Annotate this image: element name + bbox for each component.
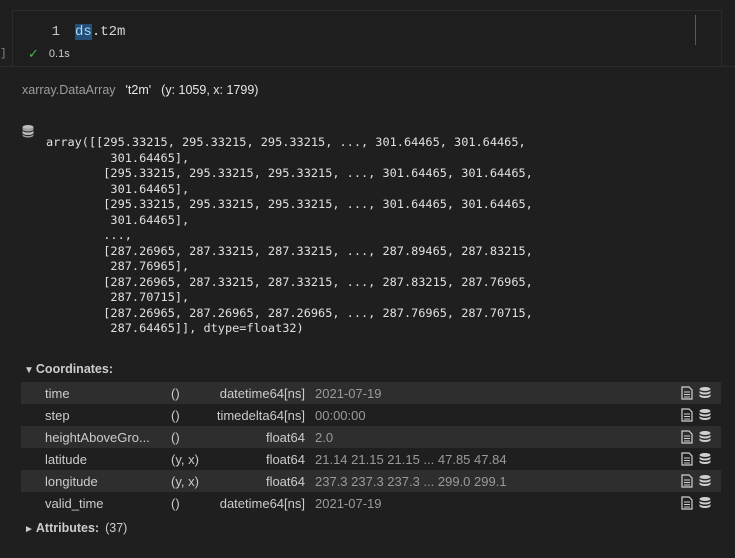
coordinates-title: Coordinates: [35, 362, 113, 376]
coord-preview: 00:00:00 [315, 407, 366, 423]
coord-preview: 21.14 21.15 21.15 ... 47.85 47.84 [315, 451, 507, 467]
coord-dims: () [171, 385, 180, 401]
coord-dtype: datetime64[ns] [219, 385, 305, 401]
coord-preview: 237.3 237.3 237.3 ... 299.0 299.1 [315, 473, 507, 489]
code-attribute: .t2m [91, 24, 126, 40]
coord-row-heightaboveground: heightAboveGro... () float64 2.0 [21, 426, 721, 448]
coord-name: heightAboveGro... [45, 429, 150, 445]
triangle-right-icon: ► [24, 524, 34, 535]
coord-dtype: float64 [265, 429, 305, 445]
coord-name: longitude [45, 473, 98, 489]
execution-time: 0.1s [48, 48, 70, 60]
array-values: array([[295.33215, 295.33215, 295.33215,… [46, 135, 533, 335]
document-icon[interactable] [681, 408, 693, 425]
triangle-down-icon: ▼ [24, 365, 34, 376]
coord-preview: 2.0 [315, 429, 334, 445]
coord-name: valid_time [45, 495, 104, 511]
code-variable: ds [75, 24, 92, 40]
database-icon[interactable] [21, 124, 35, 141]
cell-bracket: ] [0, 48, 7, 60]
database-icon[interactable] [698, 408, 712, 425]
database-icon[interactable] [698, 452, 712, 469]
database-icon[interactable] [698, 474, 712, 491]
attributes-toggle[interactable]: ► Attributes: (37) [24, 521, 127, 535]
code-line[interactable]: ds.t2m [75, 24, 125, 40]
coord-dims: () [171, 407, 180, 423]
execution-status: ✓ 0.1s [28, 46, 70, 62]
variable-name: 't2m' [125, 83, 152, 97]
cell-divider [0, 66, 735, 67]
dimensions: (y: 1059, x: 1799) [161, 83, 259, 97]
database-icon[interactable] [698, 386, 712, 403]
coord-row-latitude: latitude (y, x) float64 21.14 21.15 21.1… [21, 448, 721, 470]
coord-row-longitude: longitude (y, x) float64 237.3 237.3 237… [21, 470, 721, 492]
document-icon[interactable] [681, 430, 693, 447]
database-icon[interactable] [698, 430, 712, 447]
document-icon[interactable] [681, 474, 693, 491]
coord-name: time [45, 385, 70, 401]
database-icon[interactable] [698, 496, 712, 513]
attributes-title: Attributes: [35, 521, 100, 535]
coord-dtype: float64 [265, 473, 305, 489]
coord-dtype: float64 [265, 451, 305, 467]
coord-preview: 2021-07-19 [315, 495, 382, 511]
coord-dtype: datetime64[ns] [219, 495, 305, 511]
document-icon[interactable] [681, 452, 693, 469]
coord-dtype: timedelta64[ns] [216, 407, 305, 423]
coord-row-time: time () datetime64[ns] 2021-07-19 [21, 382, 721, 404]
line-number: 1 [51, 24, 60, 40]
coord-row-valid-time: valid_time () datetime64[ns] 2021-07-19 [21, 492, 721, 514]
coordinates-list: time () datetime64[ns] 2021-07-19 step (… [21, 382, 721, 514]
cell-scroll-divider [695, 15, 696, 45]
document-icon[interactable] [681, 386, 693, 403]
dataarray-header: xarray.DataArray 't2m' (y: 1059, x: 1799) [22, 83, 258, 97]
coord-row-step: step () timedelta64[ns] 00:00:00 [21, 404, 721, 426]
coordinates-toggle[interactable]: ▼ Coordinates: [24, 362, 113, 376]
check-icon: ✓ [28, 46, 39, 61]
coord-preview: 2021-07-19 [315, 385, 382, 401]
attributes-count: (37) [105, 521, 128, 535]
coord-name: step [45, 407, 70, 423]
object-type: xarray.DataArray [22, 83, 116, 97]
document-icon[interactable] [681, 496, 693, 513]
coord-name: latitude [45, 451, 87, 467]
code-cell-editor[interactable]: 1 ds.t2m [12, 10, 722, 67]
coord-dims: () [171, 429, 180, 445]
coord-dims: () [171, 495, 180, 511]
